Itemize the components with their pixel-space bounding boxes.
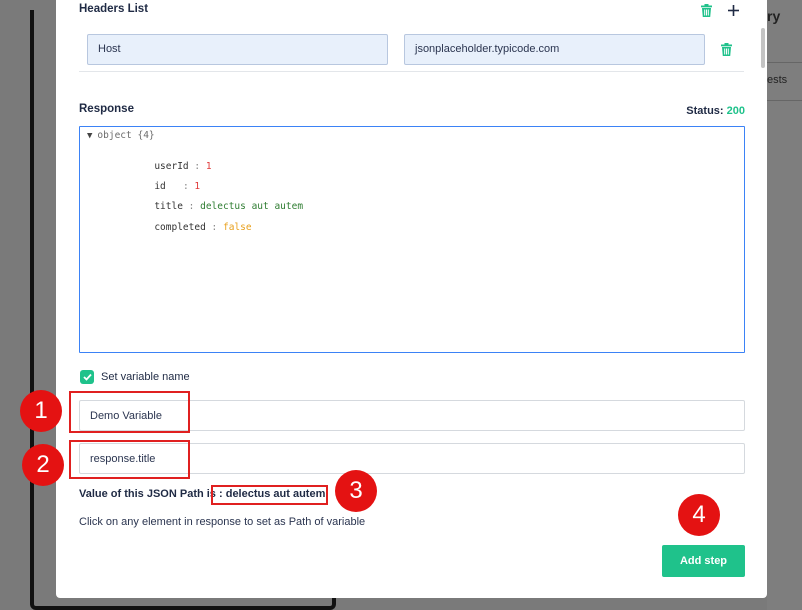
json-root-label: object [97, 130, 132, 141]
status-badge: Status: 200 [686, 105, 745, 117]
annotation-box-3 [211, 485, 328, 505]
status-value: 200 [726, 105, 745, 117]
background-tab-fragment: ests [767, 74, 788, 86]
path-hint-text: Click on any element in response to set … [79, 516, 366, 528]
add-step-button[interactable]: Add step [662, 545, 745, 577]
background-right-panel: ry ests [767, 0, 802, 610]
annotation-badge-2: 2 [22, 444, 64, 486]
header-value-input[interactable]: jsonplaceholder.typicode.com [404, 34, 705, 65]
background-divider [767, 100, 802, 101]
trash-icon[interactable] [699, 3, 713, 18]
status-label: Status: [686, 105, 724, 117]
json-value[interactable]: false [223, 222, 252, 233]
set-variable-checkbox[interactable] [80, 370, 94, 384]
background-divider [767, 62, 802, 63]
headers-list: Host jsonplaceholder.typicode.com [79, 26, 765, 72]
json-path-result-label: Value of this JSON Path is : [79, 488, 223, 500]
json-field-completed[interactable]: completed : false [120, 211, 252, 244]
json-root-count: {4} [137, 130, 155, 141]
annotation-box-1 [69, 391, 190, 433]
delete-header-icon[interactable] [719, 41, 733, 57]
annotation-badge-3: 3 [335, 470, 377, 512]
add-step-modal: Headers List Host jsonplaceholder.typico… [56, 0, 767, 598]
annotation-badge-4: 4 [678, 494, 720, 536]
headers-list-title: Headers List [79, 3, 149, 15]
plus-icon[interactable] [726, 3, 740, 18]
set-variable-label: Set variable name [101, 371, 190, 383]
annotation-badge-1: 1 [20, 390, 62, 432]
response-title: Response [79, 103, 134, 115]
background-title-fragment: ry [767, 8, 781, 24]
json-root-node[interactable]: ▼ object {4} [87, 130, 155, 141]
annotation-box-2 [69, 440, 190, 479]
check-icon [82, 373, 92, 381]
response-viewer[interactable]: ▼ object {4} userId : 1 id : 1 title : de… [79, 126, 745, 353]
json-key: completed [154, 222, 206, 233]
json-value[interactable]: 1 [206, 161, 212, 172]
collapse-arrow-icon[interactable]: ▼ [87, 131, 92, 141]
headers-scrollbar[interactable] [761, 28, 765, 68]
header-key-input[interactable]: Host [87, 34, 388, 65]
